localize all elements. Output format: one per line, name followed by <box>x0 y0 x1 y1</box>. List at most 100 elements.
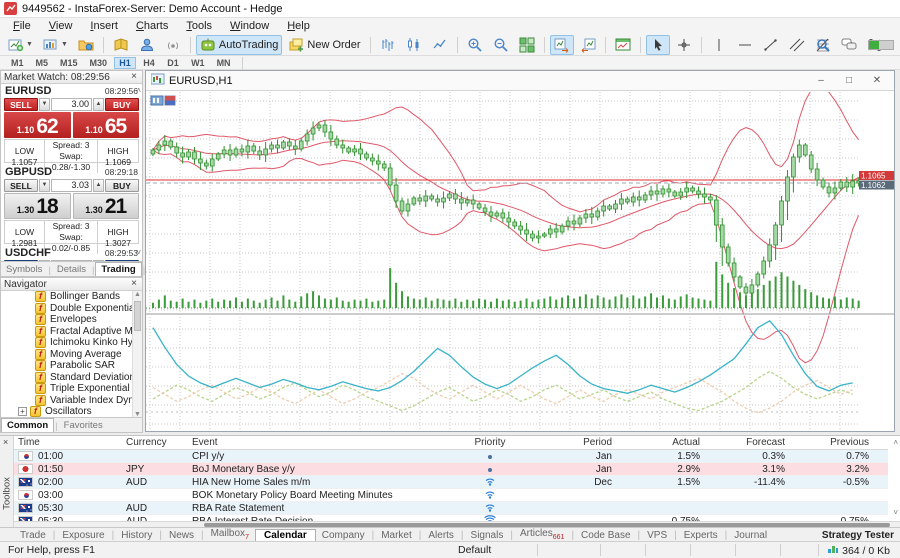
buy-button[interactable]: BUY <box>105 179 139 192</box>
menu-item-charts[interactable]: Charts <box>127 19 177 33</box>
menu-item-window[interactable]: Window <box>221 19 278 33</box>
tab-market[interactable]: Market <box>375 530 418 541</box>
market-watch-toggle-button[interactable] <box>109 35 133 55</box>
navigator-toggle-button[interactable] <box>135 35 159 55</box>
navigator-scrollbar[interactable]: ▲ ▼ <box>132 291 142 418</box>
cursor-button[interactable] <box>646 35 670 55</box>
scroll-up-icon[interactable]: ▲ <box>134 291 141 298</box>
tree-item-parabolic-sar[interactable]: fParabolic SAR <box>1 360 142 372</box>
tab-trade[interactable]: Trade <box>14 530 52 541</box>
menu-item-insert[interactable]: Insert <box>81 19 127 33</box>
indicators-button[interactable] <box>611 35 635 55</box>
column-header-time[interactable]: Time <box>14 437 126 448</box>
tree-item-double-exponential[interactable]: fDouble Exponential <box>1 303 142 315</box>
expand-icon[interactable]: + <box>18 407 27 416</box>
line-chart-button[interactable] <box>428 35 452 55</box>
tree-item-moving-average[interactable]: fMoving Average <box>1 349 142 361</box>
menu-item-file[interactable]: File <box>4 19 40 33</box>
tab-exposure[interactable]: Exposure <box>56 530 110 541</box>
tab-articles[interactable]: Articles661 <box>514 528 570 541</box>
scroll-up-icon[interactable]: ˄ <box>136 87 141 95</box>
menu-item-help[interactable]: Help <box>278 19 319 33</box>
timeframe-m15-button[interactable]: M15 <box>55 57 83 69</box>
tab-trading[interactable]: Trading <box>95 262 141 276</box>
calendar-event-row[interactable]: 02:00AUDHIA New Home Sales m/mDec1.5%-11… <box>14 476 888 489</box>
ask-price-box[interactable]: 1.3021 <box>73 193 140 219</box>
zoom-in-button[interactable] <box>463 35 487 55</box>
timeframe-m30-button[interactable]: M30 <box>85 57 113 69</box>
column-header-event[interactable]: Event <box>192 437 432 448</box>
status-profile[interactable]: Default <box>458 544 491 556</box>
chart-window-titlebar[interactable]: EURUSD,H1 – □ ✕ <box>146 71 894 91</box>
scrollbar-thumb[interactable] <box>134 301 141 331</box>
tree-item-fractal-adaptive-mo[interactable]: fFractal Adaptive Mo <box>1 326 142 338</box>
volume-value[interactable]: 3.03 <box>51 179 92 192</box>
signals-button[interactable] <box>161 35 185 55</box>
symbol-header[interactable]: USDCHF08:29:53 <box>1 246 142 259</box>
close-icon[interactable]: × <box>129 279 139 289</box>
tab-journal[interactable]: Journal <box>728 530 773 541</box>
tab-common[interactable]: Common <box>1 418 54 432</box>
volume-value[interactable]: 3.00 <box>51 98 92 111</box>
tab-details[interactable]: Details <box>52 263 91 276</box>
tree-item-ichimoku-kinko-hyo[interactable]: fIchimoku Kinko Hyo <box>1 337 142 349</box>
tab-history[interactable]: History <box>115 530 158 541</box>
candlestick-chart-button[interactable] <box>402 35 426 55</box>
sell-button[interactable]: SELL <box>4 98 38 111</box>
chevron-down-icon[interactable]: ▼ <box>39 98 50 111</box>
tree-item-bollinger-bands[interactable]: fBollinger Bands <box>1 291 142 303</box>
ask-price-box[interactable]: 1.1065 <box>73 112 140 138</box>
tab-news[interactable]: News <box>163 530 200 541</box>
tree-item-standard-deviation[interactable]: fStandard Deviation <box>1 372 142 384</box>
timeframe-h4-button[interactable]: H4 <box>138 57 160 69</box>
column-header-forecast[interactable]: Forecast <box>708 437 793 448</box>
chat-button[interactable] <box>837 35 861 55</box>
trendline-button[interactable] <box>759 35 783 55</box>
close-icon[interactable]: × <box>3 437 8 447</box>
calendar-event-row[interactable]: 01:50JPYBoJ Monetary Base y/yJan2.9%3.1%… <box>14 463 888 476</box>
column-header-currency[interactable]: Currency <box>126 437 192 448</box>
tab-symbols[interactable]: Symbols <box>1 263 47 276</box>
tab-mailbox[interactable]: Mailbox7 <box>205 528 255 541</box>
close-icon[interactable]: ✕ <box>871 75 883 86</box>
menu-item-view[interactable]: View <box>40 19 82 33</box>
chevron-up-icon[interactable]: ▲ <box>93 179 104 192</box>
new-chart-button[interactable]: ▼ <box>4 35 37 55</box>
auto-scroll-button[interactable] <box>550 35 574 55</box>
scroll-down-icon[interactable]: ˅ <box>893 508 898 517</box>
strategy-tester-button[interactable]: Strategy Tester <box>822 530 894 541</box>
chart-canvas[interactable]: 1.10651.1062 <box>146 92 894 431</box>
timeframe-h1-button[interactable]: H1 <box>114 57 136 69</box>
history-center-button[interactable] <box>74 35 98 55</box>
zoom-out-button[interactable] <box>489 35 513 55</box>
minimize-icon[interactable]: – <box>815 75 827 86</box>
horizontal-line-button[interactable] <box>733 35 757 55</box>
tree-item-variable-index-dyna[interactable]: fVariable Index Dyna <box>1 395 142 407</box>
close-icon[interactable]: × <box>129 72 139 82</box>
tab-alerts[interactable]: Alerts <box>422 530 460 541</box>
timeframe-mn-button[interactable]: MN <box>212 57 236 69</box>
tab-calendar[interactable]: Calendar <box>255 529 316 541</box>
column-header-period[interactable]: Period <box>548 437 620 448</box>
vertical-line-button[interactable] <box>707 35 731 55</box>
timeframe-w1-button[interactable]: W1 <box>186 57 210 69</box>
timeframe-m5-button[interactable]: M5 <box>31 57 54 69</box>
symbol-header[interactable]: EURUSD08:29:56 <box>1 84 142 97</box>
tab-code-base[interactable]: Code Base <box>575 530 636 541</box>
bid-price-box[interactable]: 1.1062 <box>4 112 71 138</box>
tab-vps[interactable]: VPS <box>641 530 673 541</box>
tab-signals[interactable]: Signals <box>465 530 510 541</box>
tab-favorites[interactable]: Favorites <box>59 419 108 432</box>
profiles-button[interactable]: ▼ <box>39 35 72 55</box>
bar-chart-button[interactable] <box>376 35 400 55</box>
chevron-up-icon[interactable]: ▲ <box>93 98 104 111</box>
symbol-header[interactable]: GBPUSD08:29:18 <box>1 165 142 178</box>
autotrading-button[interactable]: AutoTrading <box>196 35 283 55</box>
new-order-button[interactable]: New Order <box>284 35 364 55</box>
calendar-event-row[interactable]: 05:30AUDRBA Rate Statement <box>14 502 888 515</box>
scroll-down-icon[interactable]: ˅ <box>136 249 141 257</box>
timeframe-m1-button[interactable]: M1 <box>6 57 29 69</box>
chevron-down-icon[interactable]: ▼ <box>39 179 50 192</box>
search-button[interactable] <box>811 35 835 55</box>
column-header-actual[interactable]: Actual <box>620 437 708 448</box>
